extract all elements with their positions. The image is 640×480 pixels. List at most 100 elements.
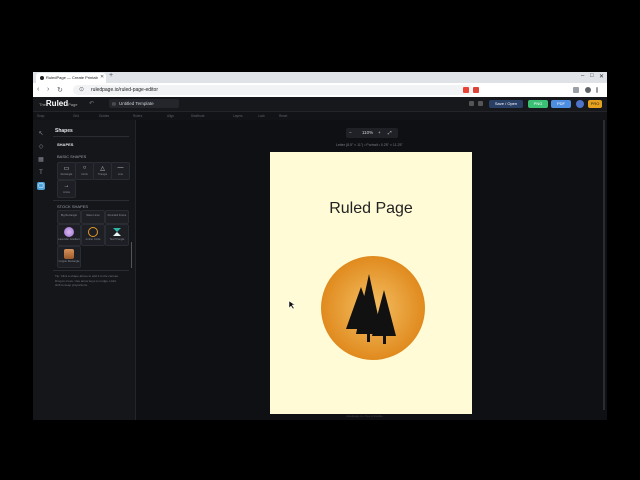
canvas-scrollbar[interactable]: [603, 120, 605, 410]
stock-copper-rectangle[interactable]: Copper Rectangle: [57, 246, 81, 268]
tool-rail: ↖ ◇ ▦ T ▢: [33, 120, 50, 420]
shapes-icon[interactable]: ▢: [37, 182, 45, 190]
app-header: TheRuledPage ↶ ▤ Untitled Template Save …: [33, 97, 607, 112]
extension-icon[interactable]: [463, 87, 469, 93]
minimize-button[interactable]: –: [581, 73, 584, 79]
shapes-panel: Shapes SHAPES BASIC SHAPES ▭ Rectangle ○…: [49, 120, 136, 420]
back-icon[interactable]: ‹: [37, 86, 39, 93]
save-open-button[interactable]: Save / Open: [489, 100, 523, 108]
stock-rounded-frame[interactable]: Rounded Frame: [105, 210, 129, 224]
shape-label: Triangle: [97, 173, 108, 176]
arrow-icon: →: [63, 183, 70, 189]
shape-label: Arrow: [63, 191, 70, 194]
page-title-text[interactable]: Ruled Page: [270, 200, 472, 218]
canvas-area[interactable]: − 110% + ⤢ Letter (8.5" × 11") • Portrai…: [136, 120, 607, 420]
toolbar-item[interactable]: Reset: [279, 114, 287, 118]
close-tab-icon[interactable]: ✕: [100, 74, 104, 80]
cursor-icon[interactable]: ↖: [37, 130, 45, 138]
pro-badge[interactable]: PRO: [588, 100, 602, 108]
zoom-level: 110%: [362, 130, 374, 135]
shape-label: Teal Triangle: [109, 238, 125, 241]
logo-suffix: Page: [68, 102, 78, 107]
shape-arrow[interactable]: → Arrow: [57, 180, 76, 198]
favicon-icon: [40, 76, 44, 80]
browser-window: RuledPage — Create Printab ✕ + – □ ✕ ‹ ›…: [33, 72, 607, 420]
site-info-icon[interactable]: ⊙: [79, 86, 84, 93]
zoom-in-button[interactable]: +: [378, 130, 381, 135]
text-icon[interactable]: T: [37, 169, 45, 177]
address-bar: ‹ › ↻ ⊙ ruledpage.io/ruled-page-editor: [33, 83, 607, 98]
page-icon[interactable]: ◇: [37, 143, 45, 151]
fit-icon[interactable]: ⤢: [388, 130, 392, 135]
toolbar-item[interactable]: Snap: [37, 114, 44, 118]
tab-bar: RuledPage — Create Printab ✕ + – □ ✕: [33, 72, 607, 83]
browser-tab[interactable]: RuledPage — Create Printab ✕: [36, 73, 106, 83]
shape-label: Amber Circle: [85, 238, 101, 241]
toolbar-item[interactable]: Guides: [99, 114, 109, 118]
stock-teal-triangle[interactable]: Teal Triangle: [105, 224, 129, 246]
pdf-button[interactable]: PDF: [551, 100, 571, 108]
app-logo[interactable]: TheRuledPage: [39, 99, 77, 108]
forward-icon[interactable]: ›: [47, 86, 49, 93]
document-icon: ▤: [112, 101, 116, 106]
maximize-button[interactable]: □: [590, 73, 594, 79]
url-text: ruledpage.io/ruled-page-editor: [91, 87, 158, 93]
shape-line[interactable]: — Line: [111, 162, 130, 180]
panel-scrollbar[interactable]: [131, 242, 132, 268]
grid-icon[interactable]: ▦: [37, 156, 45, 164]
stock-wave-lines[interactable]: Wave Lines: [81, 210, 105, 224]
user-avatar[interactable]: [576, 100, 584, 108]
lavender-circle-icon: [64, 227, 74, 237]
share-icon[interactable]: [469, 101, 474, 106]
toolbar-item[interactable]: Align: [167, 114, 174, 118]
stock-lavender-gradient[interactable]: Lavender Gradient: [57, 224, 81, 246]
panel-title: Shapes: [55, 128, 73, 134]
shape-label: Circle: [81, 173, 88, 176]
shape-rectangle[interactable]: ▭ Rectangle: [57, 162, 76, 180]
close-window-button[interactable]: ✕: [599, 73, 604, 80]
shape-label: Rectangle: [60, 173, 73, 176]
shape-label: Big Rectangle: [60, 214, 78, 217]
mouse-cursor-icon: [288, 300, 296, 310]
toolbar-item[interactable]: Layers: [233, 114, 243, 118]
shape-label: Wave Lines: [86, 214, 100, 217]
url-field[interactable]: ⊙ ruledpage.io/ruled-page-editor: [73, 85, 473, 95]
template-select[interactable]: ▤ Untitled Template: [109, 99, 179, 108]
toolbar-item[interactable]: Lock: [258, 114, 265, 118]
shape-label: Lavender Gradient: [58, 238, 80, 241]
page-footer: ruledpage.io • free printable: [346, 414, 383, 418]
logo-main: Ruled: [45, 99, 69, 108]
copper-square-icon: [64, 249, 74, 259]
shape-label: Line: [118, 173, 123, 176]
zoom-out-button[interactable]: −: [349, 130, 352, 135]
section-basic-shapes: BASIC SHAPES: [57, 154, 87, 159]
tree-emblem[interactable]: [319, 254, 427, 362]
shape-circle[interactable]: ○ Circle: [75, 162, 94, 180]
rectangle-icon: ▭: [63, 166, 70, 172]
toolbar-item[interactable]: Distribute: [191, 114, 204, 118]
stock-amber-circle[interactable]: Amber Circle: [81, 224, 105, 246]
toolbar-item[interactable]: Rulers: [133, 114, 142, 118]
amber-ring-icon: [88, 227, 98, 237]
zoom-controls: − 110% + ⤢: [346, 128, 398, 138]
toolbar-item[interactable]: Grid: [73, 114, 79, 118]
shape-label: Rounded Frame: [107, 214, 127, 217]
shape-label: Copper Rectangle: [58, 260, 80, 263]
menu-icon[interactable]: [596, 87, 598, 93]
section-stock-shapes: STOCK SHAPES: [57, 204, 89, 209]
teal-triangle-icon: [113, 228, 121, 236]
shape-triangle[interactable]: △ Triangle: [93, 162, 112, 180]
page[interactable]: Ruled Page: [270, 152, 472, 414]
reload-icon[interactable]: ↻: [57, 86, 63, 94]
undo-icon[interactable]: ↶: [89, 100, 94, 107]
settings-icon[interactable]: [478, 101, 483, 106]
png-button[interactable]: PNG: [528, 100, 548, 108]
new-tab-button[interactable]: +: [109, 72, 113, 79]
profile-icon[interactable]: [585, 87, 591, 93]
sidebar-icon[interactable]: [573, 87, 579, 93]
stock-big-rectangle[interactable]: Big Rectangle: [57, 210, 81, 224]
line-icon: —: [117, 165, 124, 171]
extension-icon[interactable]: [473, 87, 479, 93]
circle-icon: ○: [82, 165, 87, 171]
template-name: Untitled Template: [119, 101, 154, 106]
